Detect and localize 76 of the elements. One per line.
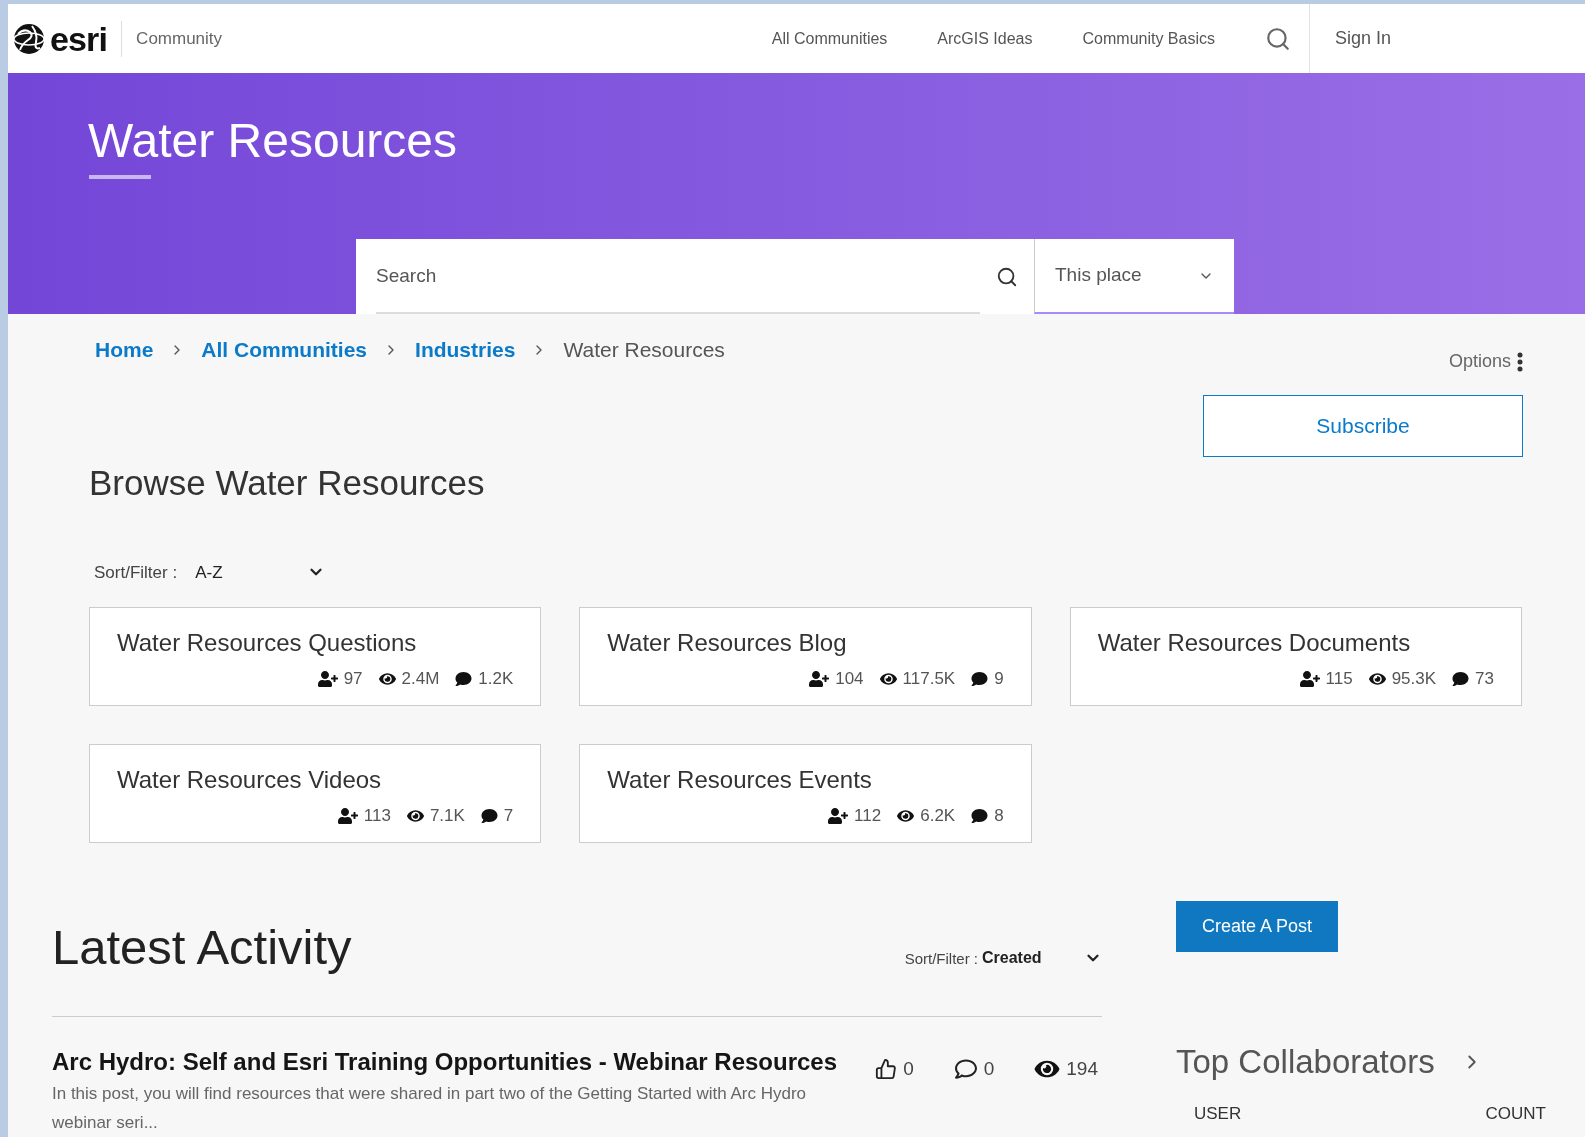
nav-link[interactable]: Community Basics	[1082, 26, 1215, 51]
posts-count: 7	[503, 805, 514, 827]
views-count: 117.5K	[902, 668, 956, 690]
members-count: 113	[363, 805, 391, 827]
breadcrumb-current: Water Resources	[563, 337, 725, 363]
sort-label: Sort/Filter :	[904, 948, 978, 969]
sign-in-link[interactable]: Sign In	[1335, 25, 1585, 52]
nav-link[interactable]: ArcGIS Ideas	[937, 26, 1033, 51]
breadcrumb-link[interactable]: Home	[95, 334, 154, 366]
more-vertical-icon	[1517, 351, 1523, 372]
views-count: 2.4M	[401, 668, 440, 690]
user-plus-icon	[1299, 670, 1320, 687]
breadcrumb-link[interactable]: Industries	[415, 334, 516, 366]
members-count: 115	[1325, 668, 1353, 690]
views-count: 6.2K	[920, 805, 956, 827]
nav-link[interactable]: All Communities	[771, 26, 888, 51]
search-icon[interactable]	[996, 265, 1018, 288]
sort-label: Sort/Filter :	[94, 561, 178, 584]
eye-icon	[378, 670, 396, 687]
board-card[interactable]: Water Resources Questions 97 2.4M 1.2K	[89, 607, 542, 706]
board-title: Water Resources Questions	[117, 628, 418, 658]
views-count: 95.3K	[1391, 668, 1437, 690]
collaborators-heading: Top Collaborators	[1176, 1042, 1435, 1082]
post-title[interactable]: Arc Hydro: Self and Esri Training Opportunities - Webinar Resources	[52, 1047, 862, 1077]
sort-dropdown[interactable]: Created	[982, 946, 1102, 970]
views-count: 7.1K	[429, 805, 465, 827]
likes-count: 0	[903, 1057, 914, 1081]
user-plus-icon	[809, 670, 830, 687]
section-heading: Browse Water Resources	[89, 462, 486, 504]
user-plus-icon	[317, 670, 338, 687]
globe-logo-icon	[12, 21, 46, 56]
comment-icon	[480, 807, 498, 824]
eye-icon	[1368, 670, 1386, 687]
scope-dropdown[interactable]: This place	[1034, 239, 1234, 314]
board-card[interactable]: Water Resources Videos 113 7.1K 7	[89, 744, 542, 843]
posts-count: 8	[994, 805, 1004, 827]
create-post-button[interactable]: Create A Post	[1176, 901, 1338, 952]
user-plus-icon	[337, 807, 358, 824]
comment-icon	[953, 1058, 978, 1081]
posts-count: 1.2K	[478, 668, 514, 690]
members-count: 112	[854, 805, 882, 827]
thumbs-up-icon	[875, 1058, 898, 1081]
board-title: Water Resources Videos	[117, 765, 383, 795]
eye-icon	[879, 670, 897, 687]
posts-count: 73	[1475, 668, 1494, 690]
search-field[interactable]: Search	[356, 239, 1034, 314]
logo-text: esri	[50, 21, 108, 56]
site-name[interactable]: Community	[136, 25, 223, 52]
posts-count: 9	[994, 668, 1004, 690]
eye-icon	[897, 807, 915, 824]
page-title: Water Resources	[88, 117, 458, 165]
section-heading: Latest Activity	[52, 923, 352, 972]
board-title: Water Resources Blog	[607, 628, 848, 658]
sort-dropdown[interactable]: A-Z	[195, 559, 326, 585]
column-header: COUNT	[1485, 1102, 1546, 1125]
user-plus-icon	[828, 807, 849, 824]
post-excerpt: In this post, you will find resources that were shared in part two of the Getting Started with Arc Hydro webinar seri...	[52, 1083, 808, 1134]
comment-icon	[1452, 670, 1470, 687]
views-count: 194	[1066, 1057, 1098, 1081]
options-button[interactable]: Options	[1448, 348, 1523, 375]
board-card[interactable]: Water Resources Blog 104 117.5K 9	[579, 607, 1032, 706]
column-header: USER	[1194, 1102, 1242, 1125]
board-card[interactable]: Water Resources Events 112 6.2K 8	[579, 744, 1032, 843]
comment-icon	[971, 807, 989, 824]
breadcrumb-link[interactable]: All Communities	[201, 334, 368, 366]
eye-icon	[406, 807, 424, 824]
members-count: 97	[343, 668, 363, 690]
search-icon[interactable]	[1265, 25, 1291, 52]
comment-icon	[971, 670, 989, 687]
board-title: Water Resources Documents	[1097, 628, 1412, 658]
comment-icon	[455, 670, 473, 687]
board-card[interactable]: Water Resources Documents 115 95.3K 73	[1069, 607, 1522, 706]
members-count: 104	[835, 668, 864, 690]
subscribe-button[interactable]: Subscribe	[1203, 395, 1523, 457]
replies-count: 0	[983, 1057, 995, 1081]
board-title: Water Resources Events	[607, 765, 873, 795]
